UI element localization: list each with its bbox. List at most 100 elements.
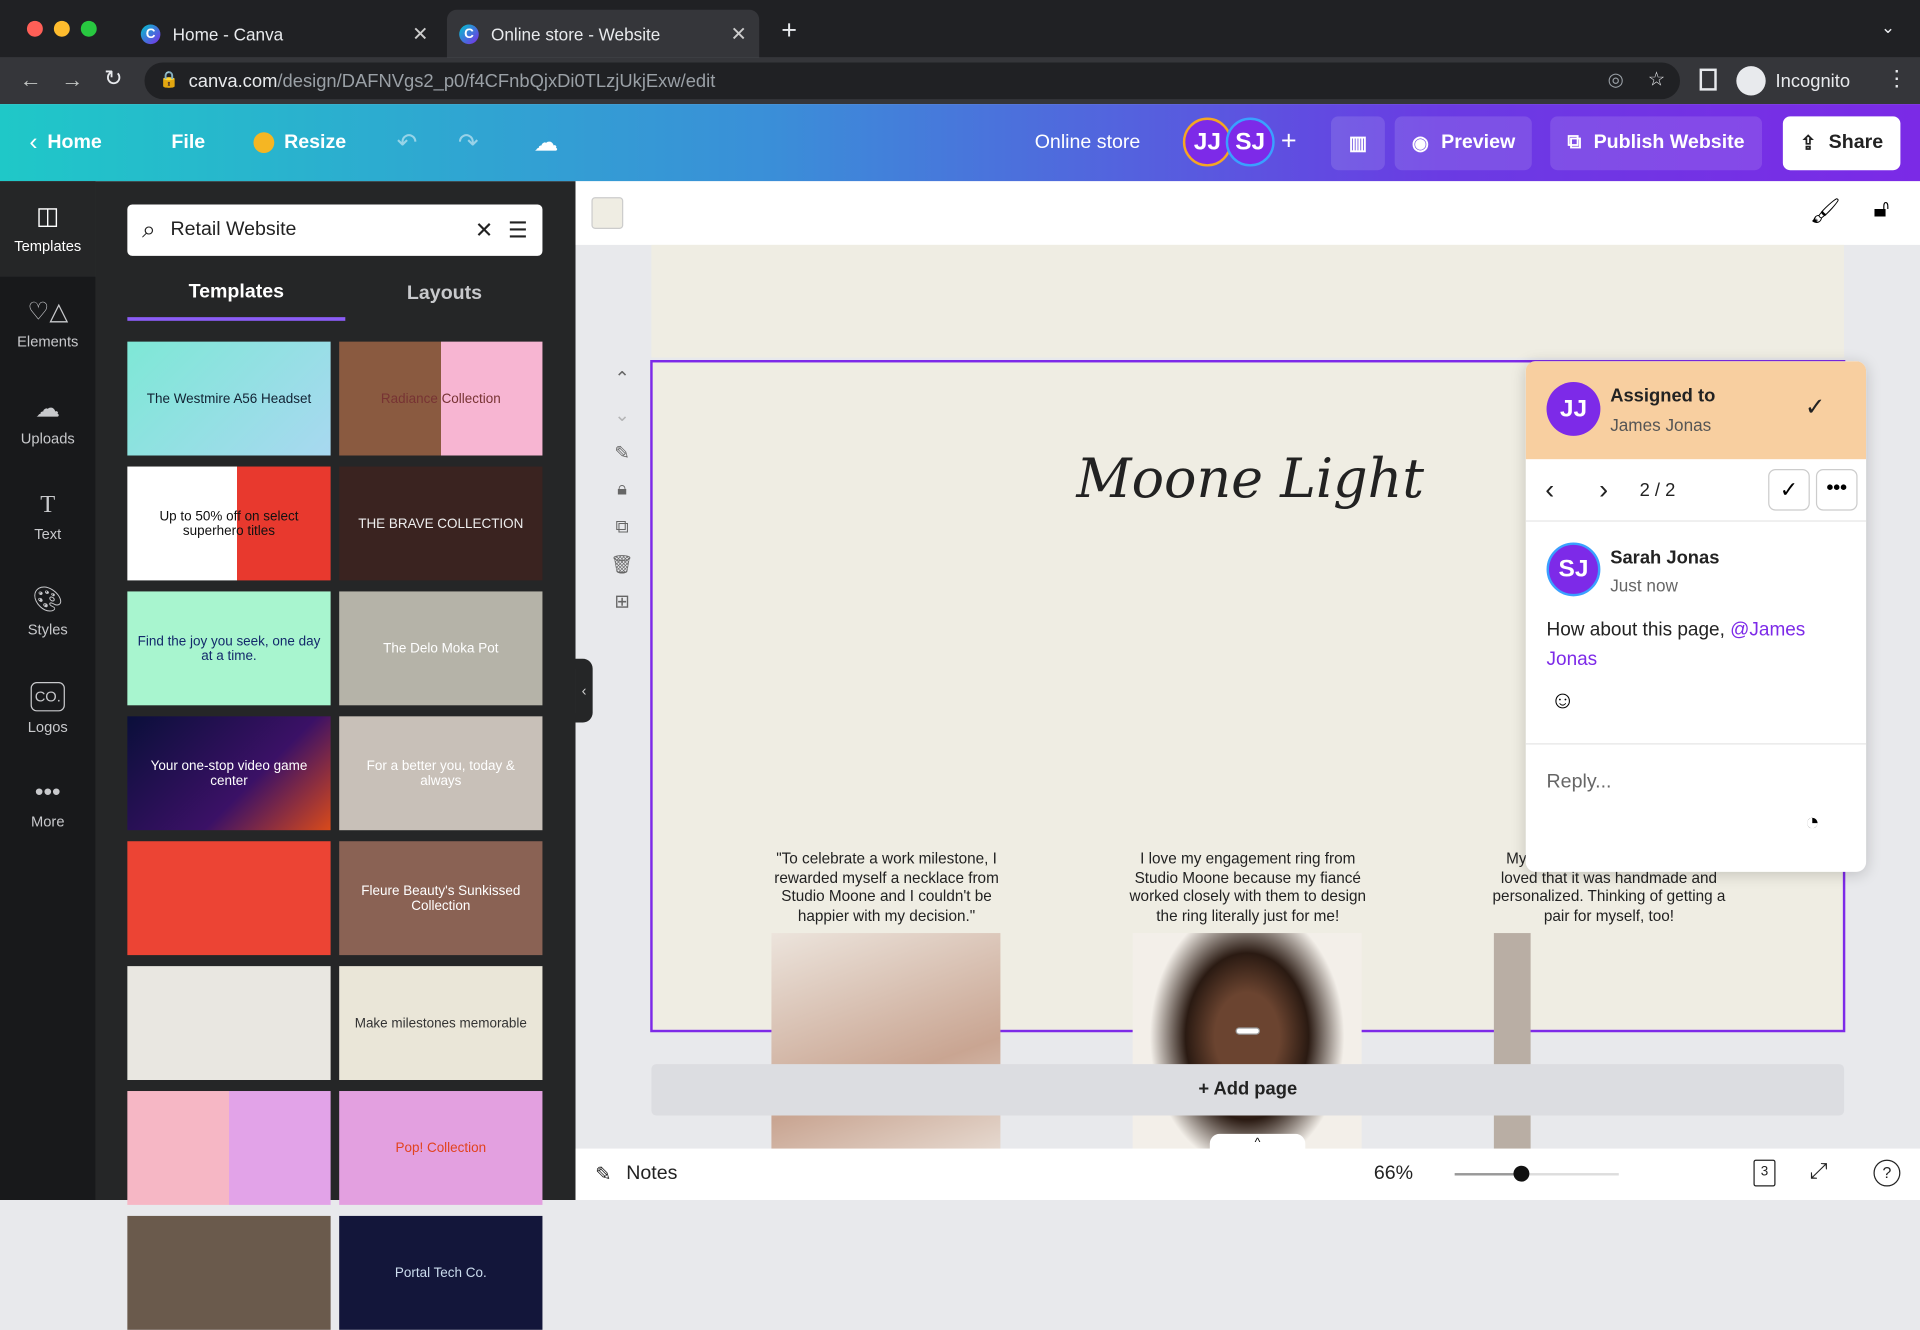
cloud-save-icon[interactable]: ☁ <box>534 127 558 158</box>
template-thumbnail[interactable]: Make milestones memorable <box>339 966 543 1081</box>
side-panel-icon[interactable] <box>1699 68 1717 91</box>
forward-button[interactable]: → <box>61 67 83 93</box>
rail-item-logos[interactable]: CO. Logos <box>0 661 96 757</box>
layout-icon: ◫ <box>36 203 60 231</box>
page-count-button[interactable]: 3 <box>1753 1159 1776 1187</box>
lock-icon: 🔒 <box>159 69 180 89</box>
zoom-slider[interactable] <box>1454 1165 1619 1182</box>
design-title[interactable]: Online store <box>1035 104 1141 181</box>
template-thumbnail[interactable]: Portal Tech Co. <box>339 1215 543 1330</box>
notes-button[interactable]: ✎ Notes <box>595 1162 677 1186</box>
page-resize-handle[interactable] <box>1235 1027 1261 1035</box>
collaborator-avatar-sj[interactable]: SJ <box>1225 117 1275 167</box>
unlock-icon[interactable]: 🔓︎ <box>1873 196 1889 224</box>
share-button[interactable]: ⇪ Share <box>1782 116 1901 171</box>
browser-menu-icon[interactable]: ⋮ <box>1886 66 1908 92</box>
collapse-panel-button[interactable]: ‹ <box>575 658 593 723</box>
tracking-eye-off-icon[interactable]: ◎ <box>1608 69 1624 91</box>
tab-layouts[interactable]: Layouts <box>336 267 554 321</box>
zoom-slider-handle[interactable] <box>1512 1165 1529 1182</box>
template-search-input[interactable]: ⌕ Retail Website ✕ ☰ <box>127 204 543 256</box>
close-tab-icon[interactable]: ✕ <box>412 21 428 45</box>
file-menu-button[interactable]: File <box>171 104 205 181</box>
page-header-section[interactable] <box>651 244 1845 358</box>
collaborator-avatar-jj[interactable]: JJ <box>1182 117 1232 167</box>
previous-comment-button[interactable]: ‹ <box>1545 474 1554 506</box>
add-notes-icon[interactable]: ✎ <box>610 442 634 466</box>
rail-item-templates[interactable]: ◫ Templates <box>0 181 96 277</box>
template-thumbnail[interactable] <box>127 1215 331 1330</box>
chevron-left-icon: ‹ <box>29 128 38 156</box>
url-input[interactable]: 🔒 canva.com/design/DAFNVgs2_p0/f4CFnbQjxD… <box>144 62 1681 100</box>
background-color-swatch[interactable] <box>591 197 624 229</box>
maximize-window-button[interactable] <box>80 20 97 37</box>
incognito-icon <box>1736 66 1766 96</box>
incognito-profile-button[interactable]: Incognito <box>1736 64 1850 98</box>
new-tab-button[interactable]: + <box>781 15 797 47</box>
preview-button[interactable]: ◉ Preview <box>1394 116 1533 171</box>
template-thumbnail[interactable]: For a better you, today & always <box>339 716 543 831</box>
next-comment-button[interactable]: › <box>1599 474 1608 506</box>
resolve-button[interactable]: ✓ <box>1768 468 1810 511</box>
template-thumbnail[interactable]: Pop! Collection <box>339 1091 543 1205</box>
crown-icon <box>253 132 275 154</box>
move-page-up-icon[interactable]: ⌃ <box>610 367 634 391</box>
lock-page-icon[interactable]: 🔒︎ <box>610 479 634 503</box>
home-button[interactable]: ‹ Home <box>29 104 101 181</box>
bookmark-star-icon[interactable]: ☆ <box>1648 67 1666 91</box>
zoom-level[interactable]: 66% <box>1374 1163 1413 1185</box>
close-window-button[interactable] <box>26 20 43 37</box>
template-thumbnail[interactable]: The Westmire A56 Headset <box>127 341 331 456</box>
testimonial-quote[interactable]: I love my engagement ring from Studio Mo… <box>1125 850 1370 927</box>
shapes-icon: ♡△ <box>27 298 69 326</box>
rail-item-elements[interactable]: ♡△ Elements <box>0 277 96 373</box>
browser-tab-online-store[interactable]: C Online store - Website ✕ <box>446 9 760 58</box>
close-tab-icon[interactable]: ✕ <box>731 21 747 45</box>
testimonial-quote[interactable]: "To celebrate a work milestone, I reward… <box>764 850 1009 927</box>
add-collaborator-button[interactable]: + <box>1281 125 1297 157</box>
rail-item-uploads[interactable]: ☁ Uploads <box>0 373 96 469</box>
template-thumbnail[interactable]: THE BRAVE COLLECTION <box>339 466 543 581</box>
browser-tab-home[interactable]: C Home - Canva ✕ <box>129 10 441 58</box>
cloud-upload-icon: ☁ <box>35 395 61 423</box>
template-thumbnail[interactable]: Find the joy you seek, one day at a time… <box>127 591 331 706</box>
insights-button[interactable]: ▥ <box>1331 116 1385 171</box>
add-reaction-icon[interactable]: ☺ <box>1550 687 1575 715</box>
tab-templates[interactable]: Templates <box>127 267 346 321</box>
delete-page-icon[interactable]: 🗑︎ <box>610 553 634 577</box>
clear-search-icon[interactable]: ✕ <box>475 217 493 243</box>
rail-item-more[interactable]: ••• More <box>0 757 96 853</box>
redo-button[interactable]: ↷ <box>458 127 479 158</box>
template-thumbnail[interactable] <box>127 1091 331 1205</box>
complete-task-check-icon[interactable]: ✓ <box>1805 392 1826 423</box>
add-page-button[interactable]: + Add page <box>651 1064 1845 1116</box>
back-button[interactable]: ← <box>20 67 42 93</box>
publish-website-button[interactable]: ⧉ Publish Website <box>1550 116 1762 171</box>
undo-button[interactable]: ↶ <box>397 127 418 158</box>
minimize-window-button[interactable] <box>53 20 70 37</box>
help-button[interactable]: ? <box>1873 1159 1901 1187</box>
add-page-icon[interactable]: ⊞ <box>610 590 634 614</box>
rail-item-text[interactable]: T Text <box>0 469 96 565</box>
assigned-header: JJ Assigned to James Jonas ✓ <box>1525 361 1867 460</box>
duplicate-page-icon[interactable]: ⧉ <box>610 517 634 541</box>
template-thumbnail[interactable]: Up to 50% off on select superhero titles <box>127 466 331 581</box>
rail-item-styles[interactable]: 🎨︎ Styles <box>0 564 96 660</box>
paint-roller-icon[interactable]: 🖌︎ <box>1810 196 1841 227</box>
template-thumbnail[interactable]: Your one-stop video game center <box>127 716 331 831</box>
more-options-button[interactable]: ••• <box>1815 468 1858 511</box>
canva-header: ‹ Home File Resize ↶ ↷ ☁ Online store JJ … <box>0 104 1920 182</box>
fullscreen-icon[interactable]: ⤢ <box>1810 1158 1828 1184</box>
template-thumbnail[interactable] <box>127 966 331 1081</box>
template-thumbnail[interactable]: Radiance Collection <box>339 341 543 456</box>
sticker-icon[interactable]: ◔ <box>1805 809 1820 837</box>
resize-button[interactable]: Resize <box>253 104 346 181</box>
template-thumbnail[interactable]: The Delo Moka Pot <box>339 591 543 706</box>
template-thumbnail[interactable]: Fleure Beauty's Sunkissed Collection <box>339 841 543 956</box>
reply-input[interactable]: Reply... <box>1547 771 1612 793</box>
filter-sliders-icon[interactable]: ☰ <box>508 217 528 243</box>
move-page-down-icon[interactable]: ⌄ <box>610 404 634 428</box>
tab-search-chevron-icon[interactable]: ⌄ <box>1881 17 1895 38</box>
reload-button[interactable]: ↻ <box>104 66 122 92</box>
template-thumbnail[interactable] <box>127 841 331 956</box>
